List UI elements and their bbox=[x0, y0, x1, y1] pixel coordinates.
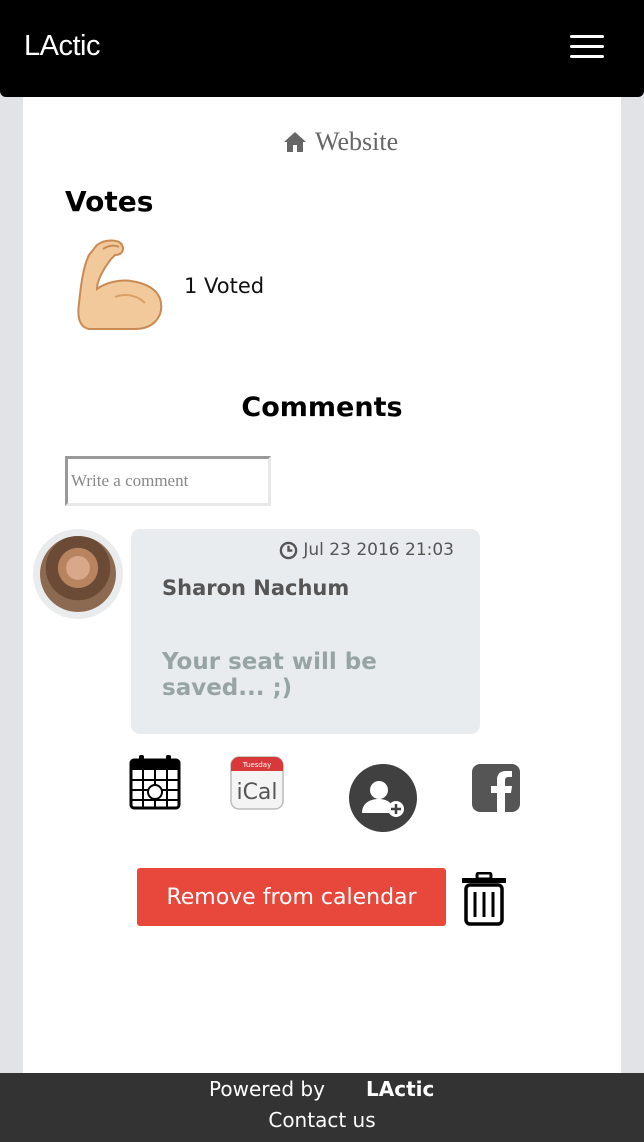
votes-count: 1 Voted bbox=[184, 274, 265, 298]
comment-input[interactable] bbox=[65, 456, 271, 506]
comments-title: Comments bbox=[241, 392, 403, 423]
add-friend-icon[interactable] bbox=[348, 763, 418, 833]
votes-title: Votes bbox=[65, 185, 154, 218]
contact-us-link[interactable]: Contact us bbox=[0, 1108, 644, 1132]
website-link[interactable]: Website bbox=[283, 127, 398, 157]
ical-icon[interactable]: Tuesday iCal bbox=[229, 755, 285, 811]
remove-from-calendar-button[interactable]: Remove from calendar bbox=[137, 868, 446, 926]
comment-time-text: Jul 23 2016 21:03 bbox=[303, 540, 454, 560]
ical-label: iCal bbox=[236, 780, 277, 805]
ical-day: Tuesday bbox=[242, 761, 271, 769]
comment-author: Sharon Nachum bbox=[162, 576, 350, 600]
clock-icon bbox=[280, 541, 298, 559]
hamburger-menu-icon[interactable] bbox=[568, 34, 606, 60]
comment-text: Your seat will be saved... ;) bbox=[162, 649, 377, 701]
trash-icon[interactable] bbox=[460, 872, 508, 926]
top-navbar: LActic bbox=[0, 0, 644, 97]
calendar-icon[interactable] bbox=[129, 754, 181, 810]
flexed-bicep-icon[interactable] bbox=[75, 237, 167, 333]
footer: Powered by LActic Contact us bbox=[0, 1073, 644, 1142]
comment-timestamp: Jul 23 2016 21:03 bbox=[279, 540, 454, 560]
website-label: Website bbox=[315, 127, 399, 156]
facebook-icon[interactable] bbox=[471, 763, 521, 813]
avatar[interactable] bbox=[33, 529, 123, 619]
powered-by-text: Powered by bbox=[209, 1077, 325, 1101]
event-panel: Website Votes 1 Voted Comments Jul 23 20… bbox=[23, 97, 621, 1073]
comment-bubble: Jul 23 2016 21:03 Sharon Nachum Your sea… bbox=[131, 529, 480, 734]
home-icon bbox=[284, 132, 306, 152]
footer-brand-link[interactable]: LActic bbox=[366, 1077, 434, 1101]
app-brand[interactable]: LActic bbox=[24, 30, 100, 63]
